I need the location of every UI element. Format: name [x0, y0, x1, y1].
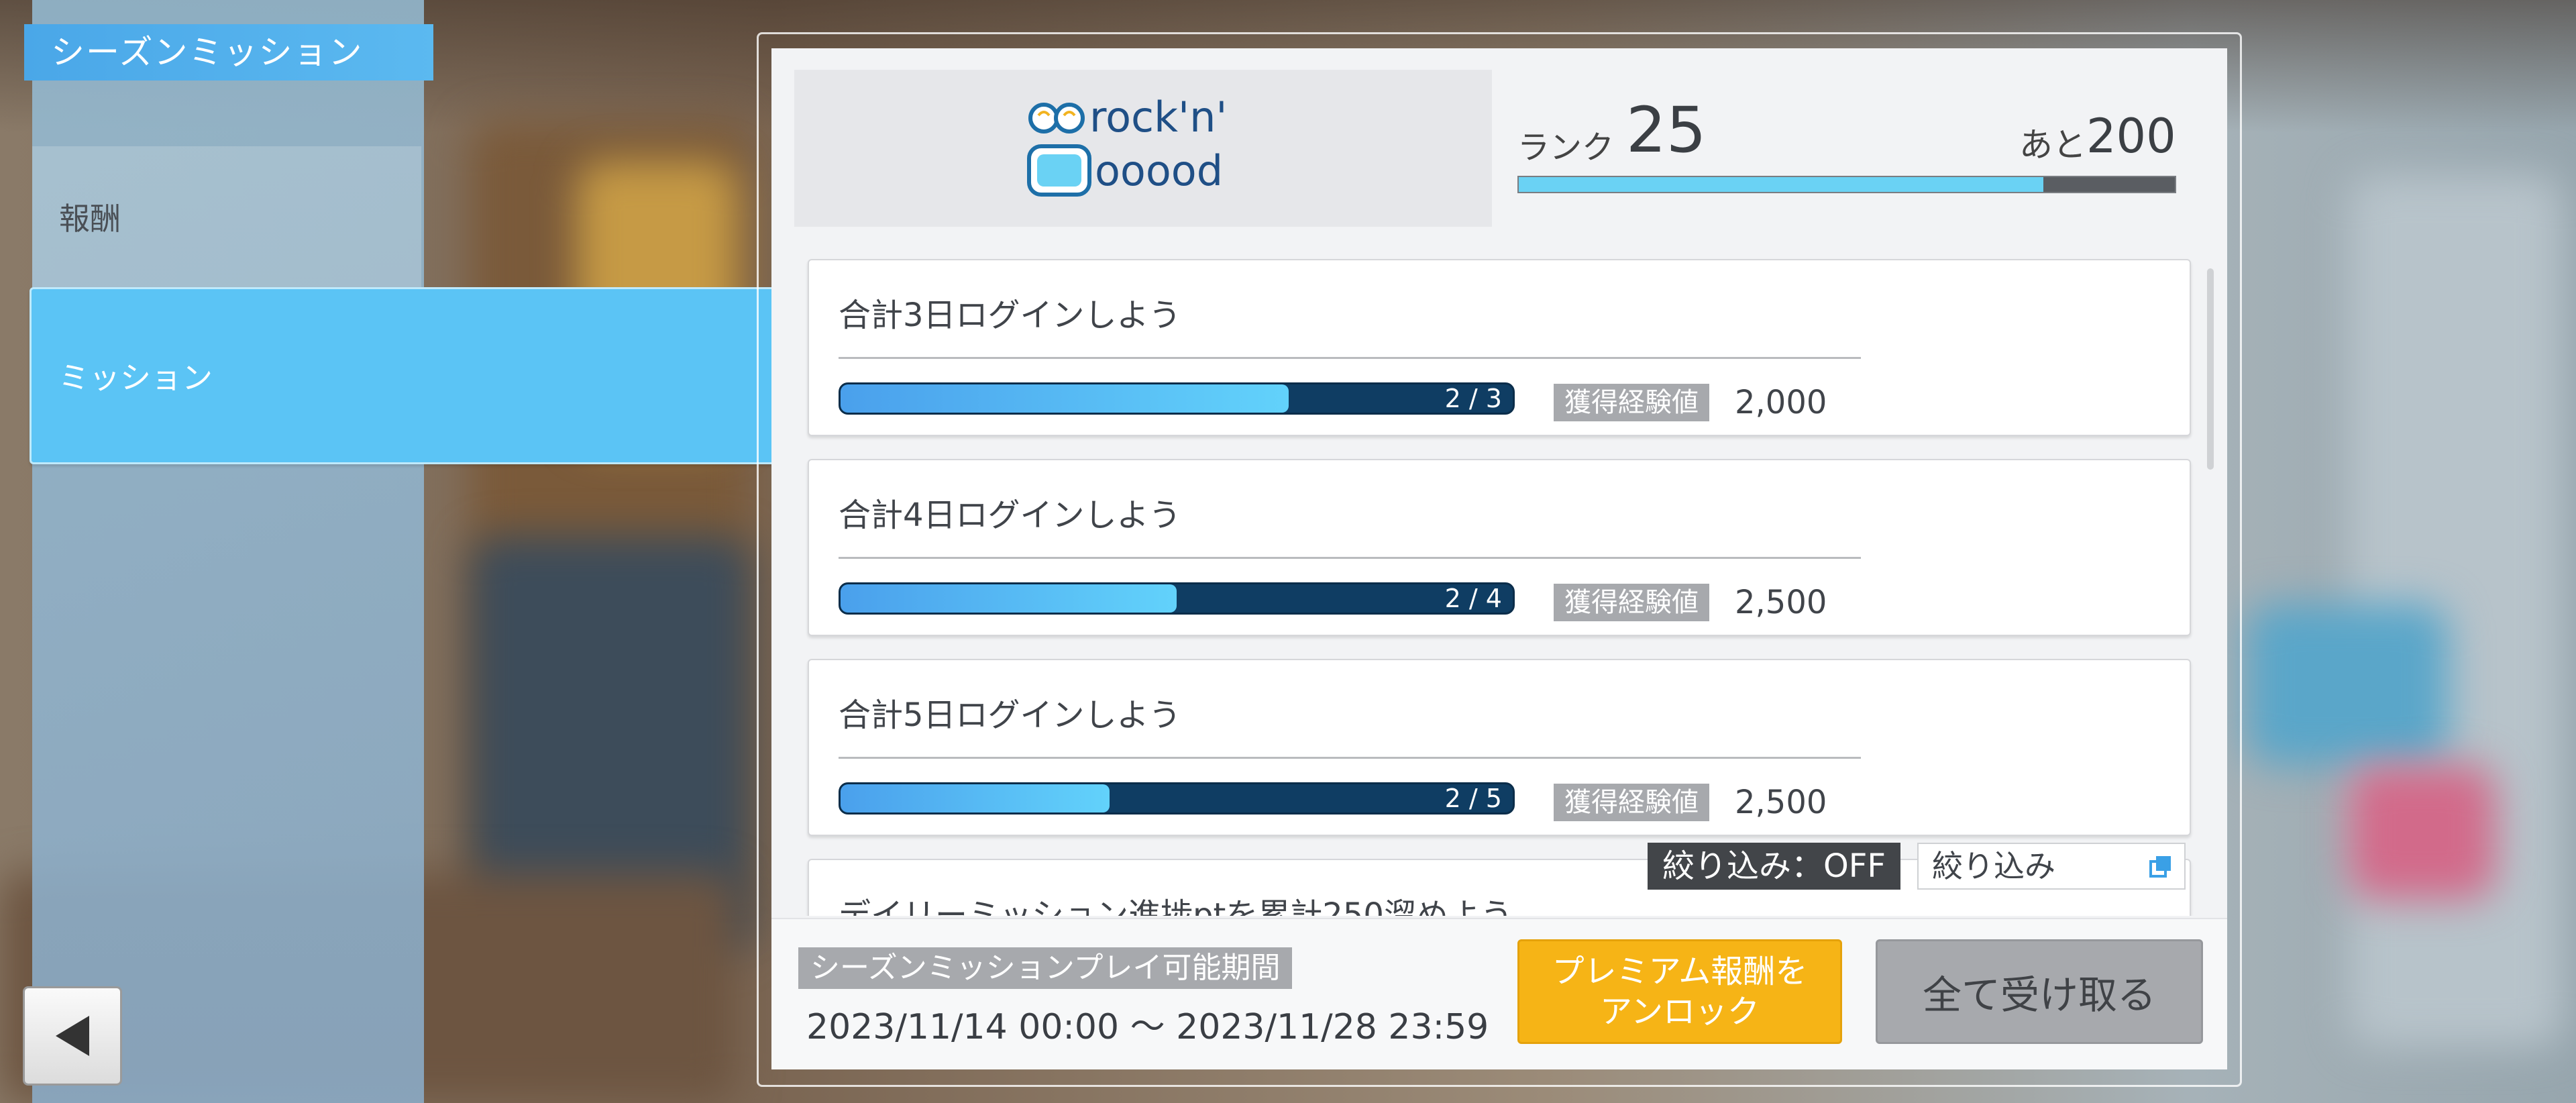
- xp-label-badge: 獲得経験値: [1554, 584, 1709, 621]
- xp-value: 2,500: [1735, 584, 1827, 621]
- logo-text-ooood: ooood: [1095, 146, 1223, 195]
- remaining-value: 200: [2086, 109, 2176, 164]
- rock-n-goood-logo: rock'n' ooood: [1027, 93, 1227, 197]
- claim-all-button[interactable]: 全て受け取る: [1876, 939, 2203, 1044]
- filter-button[interactable]: 絞り込み: [1917, 843, 2186, 890]
- mission-title: 合計4日ログインしよう: [839, 496, 1181, 534]
- mission-progress-fill: [841, 384, 1289, 413]
- filter-status: 絞り込み：OFF: [1648, 843, 1901, 890]
- mission-card[interactable]: 合計3日ログインしよう 2 / 3 獲得経験値 2,000: [808, 259, 2191, 436]
- rank-progress-fill: [1519, 177, 2044, 192]
- mission-progress-count: 2 / 4: [1444, 584, 1502, 613]
- xp-value: 2,000: [1735, 384, 1827, 421]
- mission-progress-fill: [841, 784, 1110, 812]
- claim-all-label: 全て受け取る: [1922, 972, 2156, 1018]
- divider: [839, 757, 1861, 759]
- mission-title: 合計3日ログインしよう: [839, 297, 1181, 334]
- rank-label: ランク: [1517, 129, 1615, 166]
- mission-list[interactable]: 合計3日ログインしよう 2 / 3 獲得経験値 2,000 合計4日ログインしよ…: [778, 248, 2218, 916]
- sidebar-item-reward[interactable]: 報酬: [32, 146, 421, 287]
- back-arrow-icon: [56, 1016, 89, 1056]
- rank-value: 25: [1626, 94, 1707, 167]
- filter-button-label: 絞り込み: [1932, 848, 2055, 884]
- mission-title: デイリーミッション進捗ptを累計250溜めよう: [839, 896, 1513, 916]
- xp-label-badge: 獲得経験値: [1554, 784, 1709, 821]
- mission-progress-count: 2 / 5: [1444, 784, 1502, 813]
- mission-progress-bar: 2 / 3: [839, 382, 1515, 415]
- mission-progress-bar: 2 / 5: [839, 782, 1515, 815]
- scrollbar[interactable]: [2207, 268, 2214, 470]
- sidebar-item-label: 報酬: [59, 201, 121, 237]
- rank-progress-bar: [1517, 176, 2176, 193]
- mission-title: 合計5日ログインしよう: [839, 696, 1181, 734]
- divider: [839, 357, 1861, 359]
- premium-button-line1: プレミアム報酬を: [1552, 953, 1808, 990]
- period-value: 2023/11/14 00:00 ～ 2023/11/28 23:59: [806, 1007, 1489, 1047]
- unlock-premium-button[interactable]: プレミアム報酬を アンロック: [1517, 939, 1842, 1044]
- unit-logo: rock'n' ooood: [794, 70, 1492, 227]
- mission-progress-fill: [841, 584, 1177, 613]
- external-window-icon: [2149, 856, 2171, 878]
- mission-progress-bar: 2 / 4: [839, 582, 1515, 615]
- sidebar-item-label: ミッション: [58, 360, 213, 396]
- mission-card[interactable]: 合計5日ログインしよう 2 / 5 獲得経験値 2,500: [808, 659, 2191, 836]
- season-mission-title: シーズンミッション: [24, 24, 433, 81]
- premium-button-line2: アンロック: [1599, 993, 1760, 1031]
- mission-card[interactable]: 合計4日ログインしよう 2 / 4 獲得経験値 2,500: [808, 459, 2191, 636]
- back-button[interactable]: [23, 986, 122, 1086]
- xp-value: 2,500: [1735, 784, 1827, 821]
- xp-label-badge: 獲得経験値: [1554, 384, 1709, 421]
- remaining-label: あと: [2019, 125, 2086, 164]
- period-label: シーズンミッションプレイ可能期間: [798, 947, 1293, 989]
- divider: [839, 557, 1861, 559]
- logo-text-rock: rock'n': [1089, 93, 1227, 142]
- mission-progress-count: 2 / 3: [1444, 384, 1502, 413]
